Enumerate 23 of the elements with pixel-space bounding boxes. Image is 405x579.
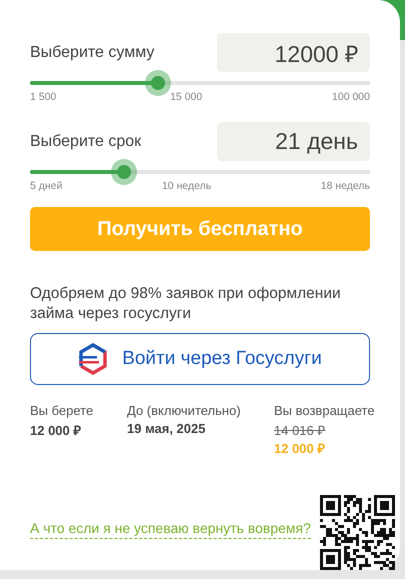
gosuslugi-login-button[interactable]: Войти через Госуслуги <box>30 333 370 385</box>
tick-label: 18 недель <box>320 180 370 192</box>
slider-thumb[interactable] <box>110 159 136 185</box>
summary-label: До (включительно) <box>127 403 242 418</box>
discounted-amount: 12 000 ₽ <box>274 440 326 457</box>
tick-label: 15 000 <box>170 91 202 103</box>
approval-note: Одобряем до 98% заявок при оформлении займа через госуслуги <box>30 284 342 324</box>
tick-label: 1 500 <box>30 91 56 103</box>
tick-label: 100 000 <box>332 91 370 103</box>
slider-label: Выберите срок <box>30 132 142 150</box>
hexagon-logo-icon <box>78 343 108 375</box>
value-field[interactable]: 12000 ₽ <box>217 33 370 72</box>
summary-value: 12 000 ₽ <box>30 422 82 439</box>
summary-label: Вы возвращаете <box>274 403 375 418</box>
old-amount: 14 016 ₽ <box>274 422 326 439</box>
tick-label: 5 дней <box>30 180 62 192</box>
tick-label: 10 недель <box>162 180 212 192</box>
summary-label: Вы берете <box>30 403 94 418</box>
slider-thumb[interactable] <box>145 70 172 96</box>
slider-label: Выберите сумму <box>30 44 154 62</box>
summary-value: 19 мая, 2025 <box>127 421 206 436</box>
qr-code-icon <box>320 495 395 570</box>
value-field[interactable]: 21 день <box>217 122 370 161</box>
